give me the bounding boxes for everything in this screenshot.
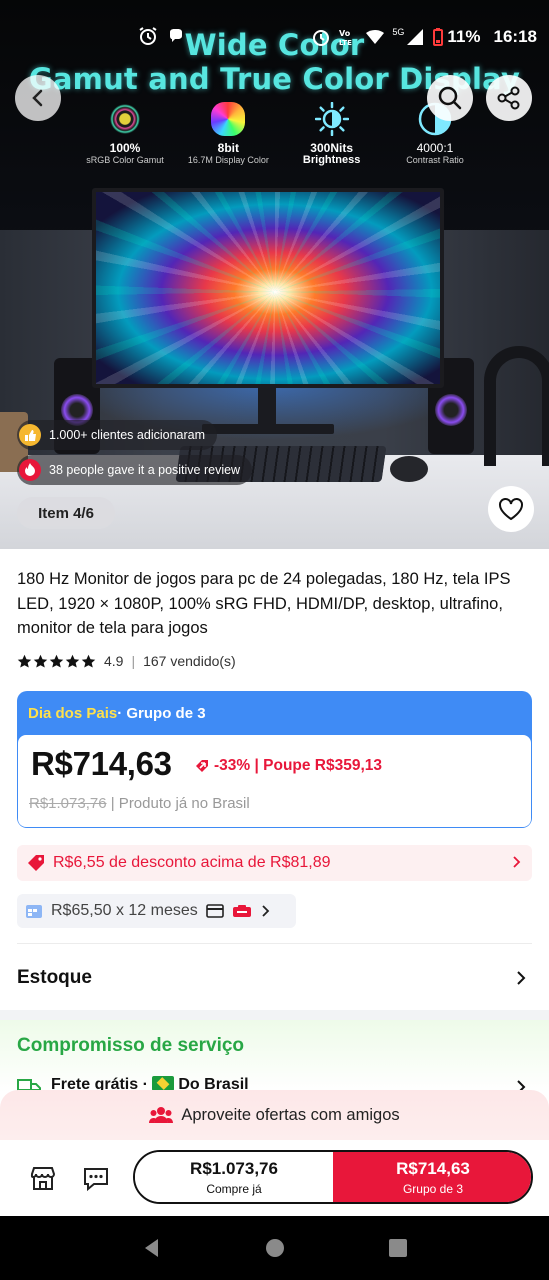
thumbs-up-icon [19, 424, 41, 446]
added-to-cart-badge: 1.000+ clientes adicionaram [17, 420, 217, 450]
spec-brightness: 300Nits Brightness [287, 101, 377, 166]
star-icon [49, 654, 64, 667]
friends-text: Aproveite ofertas com amigos [181, 1105, 400, 1124]
spec-display-color: 8bit 16.7M Display Color [183, 102, 273, 166]
star-icon [33, 654, 48, 667]
image-counter: Item 4/6 [17, 497, 115, 529]
system-navigation-bar [0, 1216, 549, 1280]
mouse [390, 456, 428, 482]
chat-button[interactable] [80, 1162, 112, 1194]
flame-icon [19, 459, 41, 481]
promo-group: · Grupo de 3 [117, 704, 206, 722]
positive-review-badge: 38 people gave it a positive review [17, 455, 253, 485]
buy-now-button[interactable]: R$1.073,76 Compre já [135, 1152, 333, 1202]
alarm-icon [139, 27, 157, 45]
buy-now-label: Compre já [206, 1181, 262, 1196]
sold-count: 167 vendido(s) [143, 653, 236, 669]
group-buy-button[interactable]: R$714,63 Grupo de 3 [333, 1152, 531, 1202]
installments-icon [26, 905, 42, 918]
group-people-icon [149, 1107, 174, 1123]
stock-label: Estoque [17, 967, 92, 988]
svg-text:Vo: Vo [339, 29, 351, 38]
back-button[interactable] [15, 75, 61, 121]
star-icon [65, 654, 80, 667]
headset [484, 346, 549, 466]
nav-recents-icon[interactable] [387, 1237, 409, 1259]
color-gamut-icon [108, 102, 142, 136]
stock-row[interactable]: Estoque [17, 962, 532, 994]
current-price: R$714,63 [31, 745, 172, 782]
promo-event: Dia dos Pais [28, 704, 118, 722]
chevron-right-icon [513, 856, 521, 868]
spec-color-gamut: 100% sRGB Color Gamut [80, 102, 170, 166]
tag-arrow-icon [196, 760, 208, 772]
alarm-icon-right [313, 30, 330, 46]
product-title: 180 Hz Monitor de jogos para pc de 24 po… [17, 570, 511, 637]
color-petals-icon [211, 102, 246, 136]
purchase-buttons: R$1.073,76 Compre já R$714,63 Grupo de 3 [133, 1150, 533, 1204]
brazil-flag-icon [152, 1076, 175, 1091]
promo-header: Dia dos Pais · Grupo de 3 [17, 691, 532, 735]
battery-level: 11% [447, 27, 481, 46]
heart-icon [499, 498, 523, 521]
store-icon [30, 1167, 56, 1190]
signal-icon [407, 29, 424, 45]
monitor-base [202, 424, 334, 434]
store-button[interactable] [27, 1162, 59, 1194]
rating-row[interactable]: 4.9 | 167 vendido(s) [17, 653, 236, 669]
sun-icon [314, 101, 349, 137]
installments-row[interactable]: R$65,50 x 12 meses [17, 894, 296, 928]
chevron-right-icon [517, 971, 526, 985]
wifi-icon [366, 30, 385, 44]
share-icon [497, 86, 520, 110]
status-bar: Vo LTE 5G 11% 16:18 [0, 0, 549, 70]
coupon-tag-icon [28, 855, 44, 871]
share-button[interactable] [486, 75, 532, 121]
discount-badge: -33% | Poupe R$359,13 [194, 757, 382, 775]
installments-text: R$65,50 x 12 meses [51, 902, 198, 919]
chevron-right-icon [262, 905, 270, 917]
coupon-row[interactable]: R$6,55 de desconto acima de R$81,89 [17, 845, 532, 881]
network-label: 5G [392, 27, 405, 37]
coupon-text: R$6,55 de desconto acima de R$81,89 [53, 854, 331, 871]
group-promo-card: Dia dos Pais · Grupo de 3 R$714,63 -33% … [17, 691, 532, 828]
original-price: R$1.073,76 [29, 795, 107, 812]
original-price-row: R$1.073,76 | Produto já no Brasil [29, 795, 250, 812]
rating-value: 4.9 [104, 653, 124, 669]
card-icon [205, 904, 224, 918]
chat-icon [84, 1168, 108, 1192]
boleto-icon [232, 905, 251, 917]
promo-price-box: R$714,63 -33% | Poupe R$359,13 R$1.073,7… [18, 735, 531, 827]
nav-home-icon[interactable] [264, 1237, 286, 1259]
wishlist-button[interactable] [488, 486, 534, 532]
monitor-image [92, 188, 444, 388]
section-divider [17, 943, 532, 944]
chevron-left-icon [32, 89, 43, 107]
spec-icons-row: 100% sRGB Color Gamut 8bit 16.7M Display… [80, 101, 480, 166]
star-icon [17, 654, 32, 667]
rating-stars [17, 654, 96, 669]
app-notification-icon [170, 29, 182, 42]
group-buy-label: Grupo de 3 [402, 1181, 464, 1196]
divider-bar: | [131, 653, 136, 669]
origin-note: | Produto já no Brasil [106, 795, 250, 812]
buy-now-price: R$1.073,76 [190, 1158, 278, 1178]
clock: 16:18 [493, 27, 537, 46]
star-icon [81, 654, 96, 667]
volte-icon: VoLTE [339, 29, 352, 47]
share-with-friends-bar[interactable]: Aproveite ofertas com amigos [0, 1090, 549, 1140]
search-button[interactable] [427, 75, 473, 121]
search-icon [438, 86, 462, 110]
group-buy-price: R$714,63 [396, 1158, 470, 1178]
battery-low-icon [433, 28, 444, 46]
bottom-action-bar: R$1.073,76 Compre já R$714,63 Grupo de 3 [0, 1140, 549, 1216]
monitor-stand [258, 388, 276, 426]
nav-back-icon[interactable] [141, 1237, 163, 1259]
section-band [0, 1010, 549, 1020]
service-title: Compromisso de serviço [17, 1035, 245, 1056]
svg-text:LTE: LTE [339, 39, 352, 47]
